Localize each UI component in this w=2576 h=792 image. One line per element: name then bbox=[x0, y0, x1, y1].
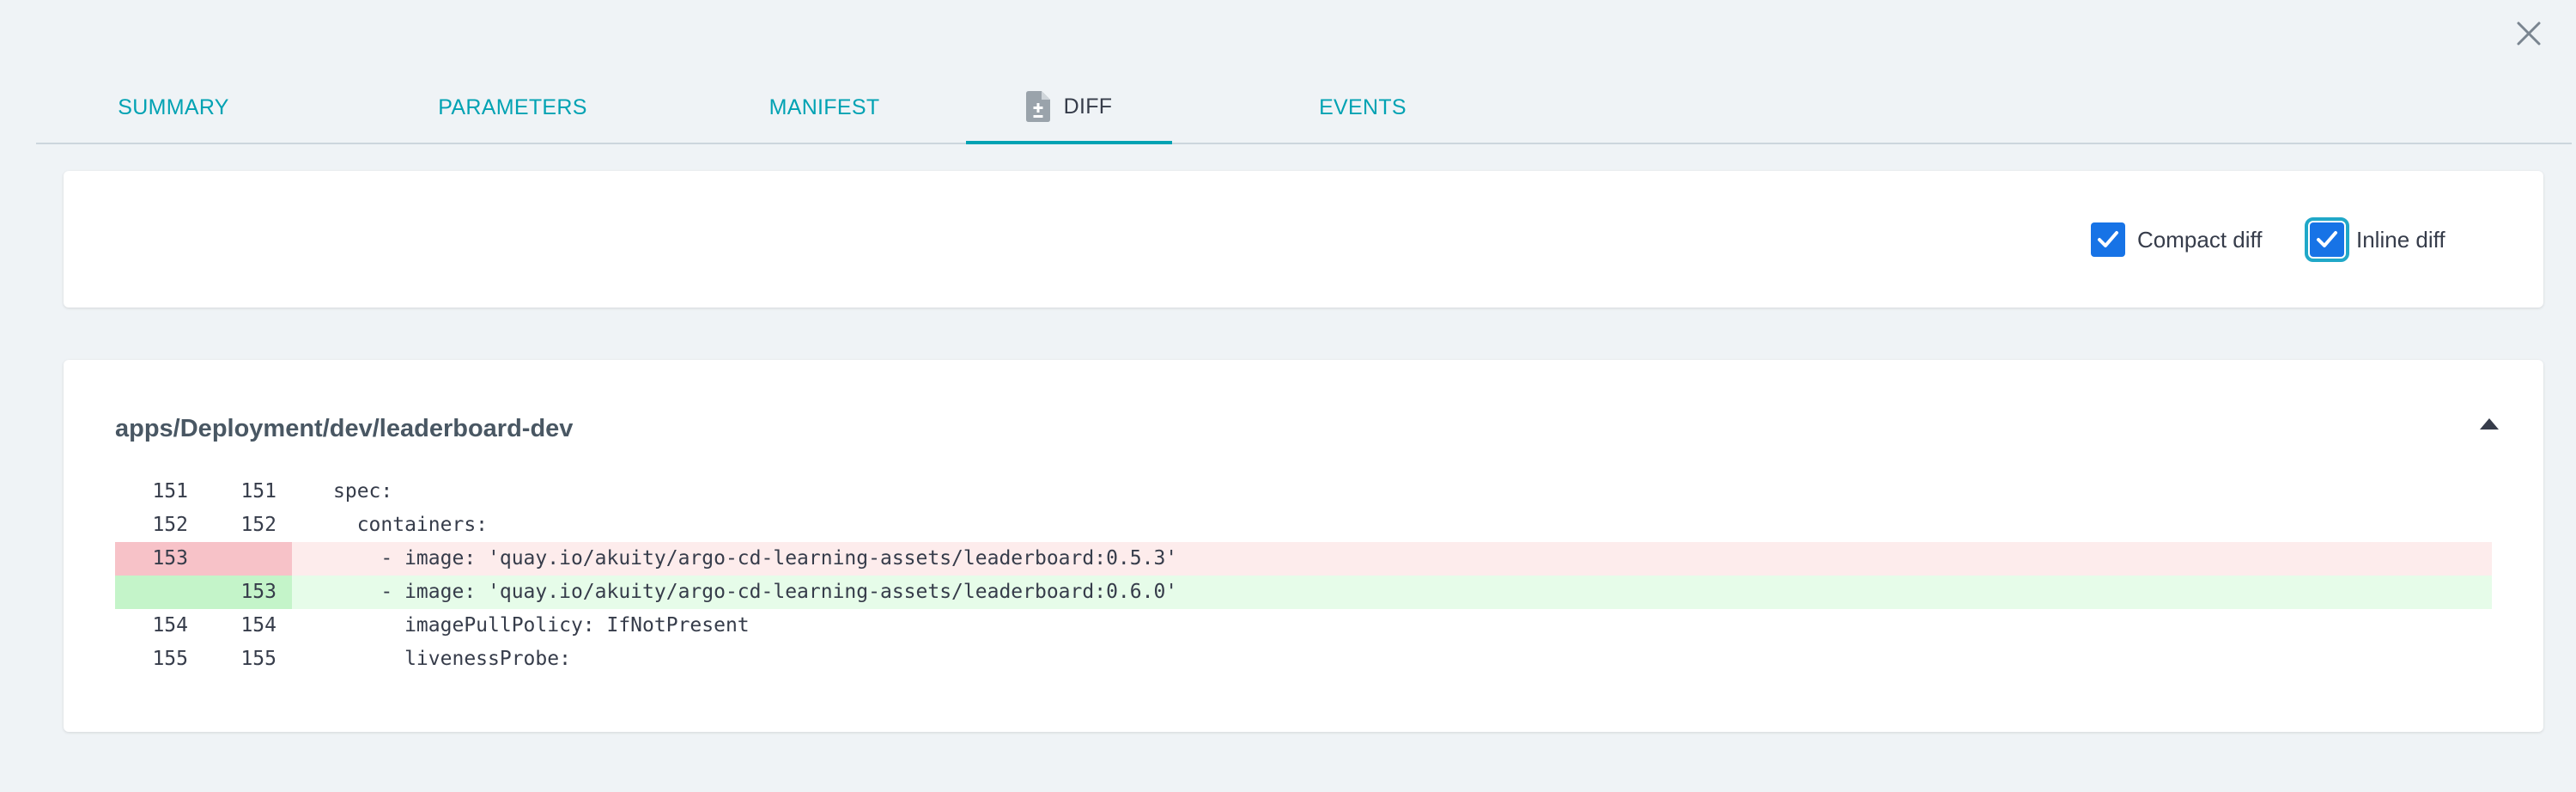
tab-label: SUMMARY bbox=[118, 94, 229, 119]
line-code: - image: 'quay.io/akuity/argo-cd-learnin… bbox=[333, 547, 1178, 570]
checkmark-icon bbox=[2317, 231, 2337, 247]
new-line-number: 154 bbox=[240, 614, 276, 637]
diff-options-panel: Compact diff Inline diff bbox=[64, 171, 2543, 308]
new-line-number: 153 bbox=[240, 581, 276, 603]
tab-events[interactable]: EVENTS bbox=[1242, 72, 1483, 143]
resource-title: apps/Deployment/dev/leaderboard-dev bbox=[115, 415, 574, 442]
old-line-number: 153 bbox=[152, 547, 188, 570]
diff-table: 151 151 spec: 152 152 containers: 153 - … bbox=[115, 475, 2492, 676]
new-line-number: 155 bbox=[240, 648, 276, 670]
diff-line: 154 154 imagePullPolicy: IfNotPresent bbox=[115, 609, 2492, 643]
caret-up-icon[interactable] bbox=[2478, 417, 2500, 432]
diff-line: 152 152 containers: bbox=[115, 509, 2492, 542]
line-gutter: 153 bbox=[115, 576, 292, 609]
file-diff-icon bbox=[1025, 91, 1050, 122]
old-line-number: 152 bbox=[152, 514, 188, 536]
inline-diff-checkbox[interactable] bbox=[2305, 217, 2349, 262]
tab-label: EVENTS bbox=[1319, 94, 1406, 119]
diff-line: 151 151 spec: bbox=[115, 475, 2492, 509]
tab-label: PARAMETERS bbox=[438, 94, 587, 119]
inline-diff-label: Inline diff bbox=[2356, 226, 2445, 253]
tab-summary[interactable]: SUMMARY bbox=[88, 72, 259, 143]
tab-label: MANIFEST bbox=[769, 94, 880, 119]
line-gutter: 152 152 bbox=[115, 509, 292, 542]
old-line-number: 154 bbox=[152, 614, 188, 637]
close-icon[interactable] bbox=[2514, 19, 2543, 48]
diff-line-added: 153 - image: 'quay.io/akuity/argo-cd-lea… bbox=[115, 576, 2492, 609]
diff-page: SUMMARY PARAMETERS MANIFEST DIFF EVENTS bbox=[0, 0, 2576, 792]
line-code: spec: bbox=[333, 480, 393, 503]
line-code: livenessProbe: bbox=[333, 648, 571, 670]
new-line-number: 152 bbox=[240, 514, 276, 536]
inline-diff-option[interactable]: Inline diff bbox=[2305, 217, 2445, 262]
compact-diff-label: Compact diff bbox=[2137, 226, 2263, 253]
compact-diff-option[interactable]: Compact diff bbox=[2091, 219, 2262, 260]
line-gutter: 155 155 bbox=[115, 643, 292, 676]
tab-manifest[interactable]: MANIFEST bbox=[696, 72, 953, 143]
line-code: - image: 'quay.io/akuity/argo-cd-learnin… bbox=[333, 581, 1178, 603]
line-code: containers: bbox=[333, 514, 489, 536]
line-gutter: 154 154 bbox=[115, 609, 292, 643]
tab-label: DIFF bbox=[1063, 94, 1113, 119]
old-line-number: 155 bbox=[152, 648, 188, 670]
tab-diff[interactable]: DIFF bbox=[966, 72, 1172, 144]
diff-line: 155 155 livenessProbe: bbox=[115, 643, 2492, 676]
tab-bar: SUMMARY PARAMETERS MANIFEST DIFF EVENTS bbox=[36, 72, 2572, 144]
line-gutter: 151 151 bbox=[115, 475, 292, 509]
compact-diff-checkbox[interactable] bbox=[2091, 222, 2125, 257]
line-code: imagePullPolicy: IfNotPresent bbox=[333, 614, 750, 637]
tab-parameters[interactable]: PARAMETERS bbox=[384, 72, 641, 143]
line-gutter: 153 bbox=[115, 542, 292, 576]
old-line-number: 151 bbox=[152, 480, 188, 503]
checkmark-icon bbox=[2098, 231, 2118, 247]
diff-line-removed: 153 - image: 'quay.io/akuity/argo-cd-lea… bbox=[115, 542, 2492, 576]
new-line-number: 151 bbox=[240, 480, 276, 503]
resource-diff-panel: apps/Deployment/dev/leaderboard-dev 151 … bbox=[64, 360, 2543, 732]
